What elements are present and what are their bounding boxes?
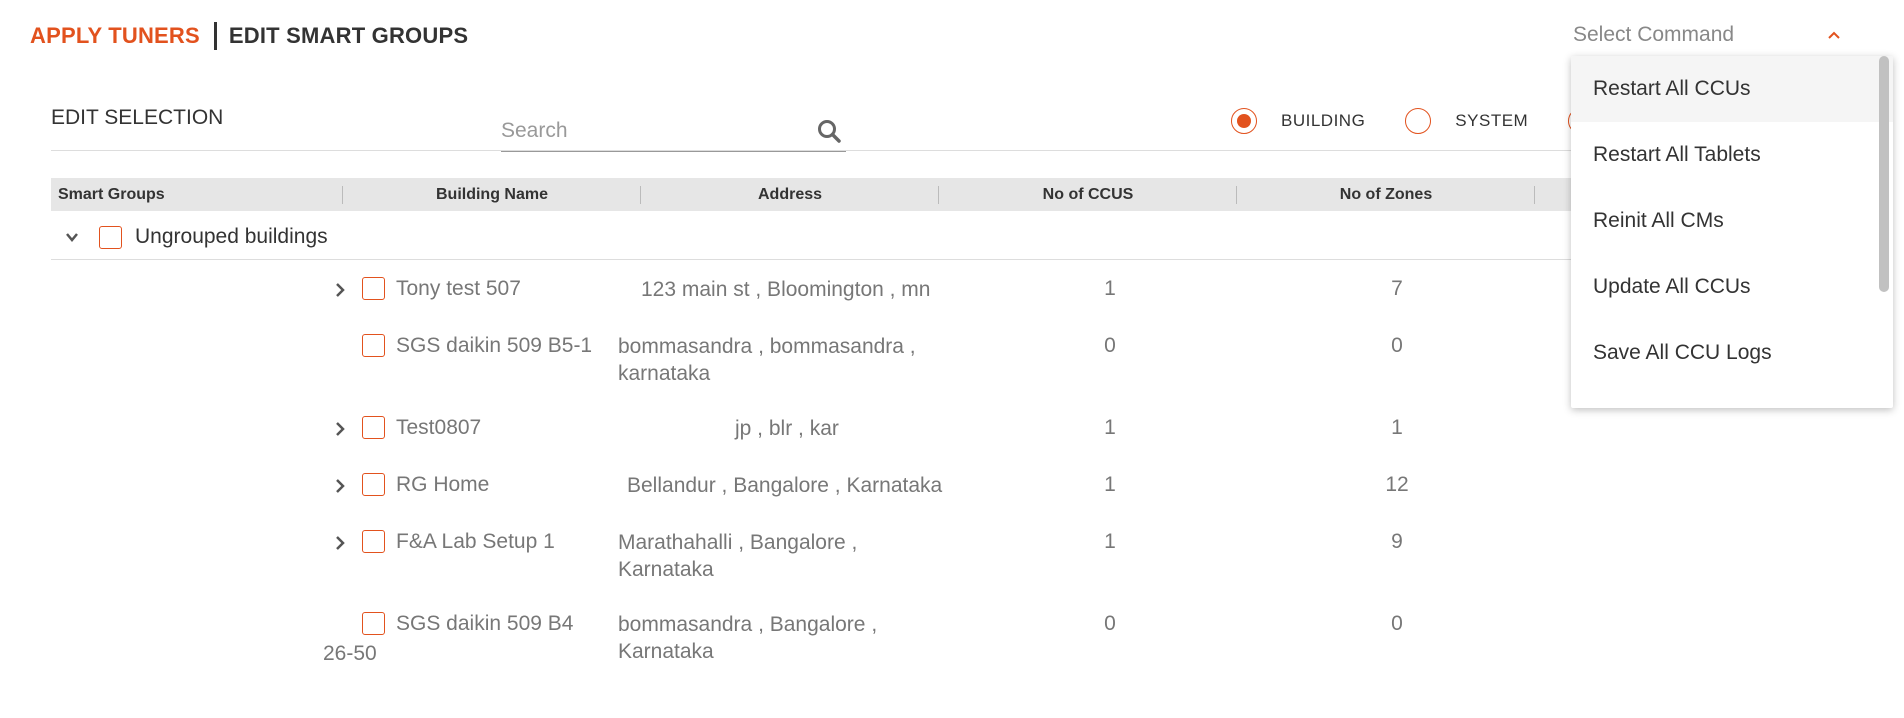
building-name: Tony test 507 <box>396 277 521 300</box>
radio-circle <box>1405 108 1432 134</box>
page-header: APPLY TUNERS EDIT SMART GROUPS <box>30 22 468 50</box>
menu-item-update-all-ccus[interactable]: Update All CCUs <box>1571 254 1893 320</box>
building-address: Bellandur , Bangalore , Karnataka <box>627 474 943 497</box>
menu-item-reinit-all-cms[interactable]: Reinit All CMs <box>1571 188 1893 254</box>
building-name: SGS daikin 509 B5-1 <box>396 334 593 357</box>
column-building-name: Building Name <box>343 178 641 211</box>
column-smart-groups: Smart Groups <box>51 178 343 211</box>
ccus-count: 1 <box>1104 416 1116 439</box>
menu-scrollbar[interactable] <box>1879 56 1889 292</box>
building-name-line2: 26-50 <box>323 642 377 665</box>
radio-circle <box>1231 108 1257 134</box>
radio-building[interactable]: BUILDING <box>1231 108 1365 134</box>
zones-count: 0 <box>1391 334 1403 357</box>
column-label: Address <box>757 185 823 203</box>
building-name: RG Home <box>396 473 490 496</box>
select-command-label: Select Command <box>1573 23 1735 46</box>
building-address: 123 main st , Bloomington , mn <box>641 278 931 301</box>
chevron-down-icon[interactable] <box>65 230 79 244</box>
menu-item-save-all-ccu-logs[interactable]: Save All CCU Logs <box>1571 320 1893 386</box>
building-address: jp , blr , kar <box>735 417 839 440</box>
search-box <box>501 110 846 152</box>
menu-item-restart-all-ccus[interactable]: Restart All CCUs <box>1571 56 1893 122</box>
ccus-count: 1 <box>1104 530 1116 553</box>
group-checkbox[interactable] <box>99 225 122 249</box>
zones-count: 1 <box>1391 416 1403 439</box>
tab-edit-smart-groups[interactable]: EDIT SMART GROUPS <box>229 23 468 49</box>
row-checkbox[interactable] <box>362 334 385 357</box>
divider <box>51 150 1601 151</box>
ccus-count: 0 <box>1104 334 1116 357</box>
building-address-line1: bommasandra , bommasandra , <box>618 335 916 358</box>
tab-apply-tuners[interactable]: APPLY TUNERS <box>30 23 200 49</box>
row-checkbox[interactable] <box>362 473 385 496</box>
building-name-line1: SGS daikin 509 B4 <box>396 612 574 635</box>
building-name: Test0807 <box>396 416 482 439</box>
building-address-line2: Karnataka <box>618 558 714 581</box>
chevron-right-icon[interactable] <box>333 282 347 298</box>
group-row: Ungrouped buildings <box>51 215 1601 260</box>
header-divider <box>213 22 217 50</box>
select-command-dropdown[interactable]: Select Command <box>1573 18 1853 52</box>
chevron-up-icon[interactable] <box>1827 30 1841 40</box>
column-label: No of CCUS <box>1042 185 1134 203</box>
building-name: F&A Lab Setup 1 <box>396 530 555 553</box>
chevron-right-icon[interactable] <box>333 535 347 551</box>
column-label: No of Zones <box>1339 185 1433 203</box>
radio-label: BUILDING <box>1281 111 1366 130</box>
column-label: Smart Groups <box>58 185 165 203</box>
chevron-right-icon[interactable] <box>333 478 347 494</box>
edit-selection-title: EDIT SELECTION <box>51 106 224 129</box>
building-address-line1: bommasandra , Bangalore , <box>618 613 878 636</box>
building-address-line1: Marathahalli , Bangalore , <box>618 531 858 554</box>
row-checkbox[interactable] <box>362 530 385 553</box>
building-address-line2: karnataka <box>618 362 711 385</box>
search-input[interactable] <box>501 118 791 143</box>
menu-item-restart-all-tablets[interactable]: Restart All Tablets <box>1571 122 1893 188</box>
search-icon[interactable] <box>816 118 842 144</box>
ccus-count: 1 <box>1104 277 1116 300</box>
table-header: Smart Groups Building Name Address No of… <box>51 178 1601 211</box>
column-no-of-ccus: No of CCUS <box>939 178 1237 211</box>
column-address: Address <box>641 178 939 211</box>
group-label: Ungrouped buildings <box>135 225 328 248</box>
column-label: Building Name <box>435 185 548 203</box>
radio-label: SYSTEM <box>1455 111 1529 130</box>
chevron-right-icon[interactable] <box>333 421 347 437</box>
column-no-of-zones: No of Zones <box>1237 178 1535 211</box>
command-menu: Restart All CCUs Restart All Tablets Rei… <box>1571 56 1893 408</box>
zones-count: 9 <box>1391 530 1403 553</box>
radio-dot <box>1237 114 1251 128</box>
row-checkbox[interactable] <box>362 277 385 300</box>
ccus-count: 1 <box>1104 473 1116 496</box>
zones-count: 12 <box>1385 473 1409 496</box>
row-checkbox[interactable] <box>362 612 385 635</box>
zones-count: 7 <box>1391 277 1403 300</box>
row-checkbox[interactable] <box>362 416 385 439</box>
zones-count: 0 <box>1391 612 1403 635</box>
ccus-count: 0 <box>1104 612 1116 635</box>
building-address-line2: Karnataka <box>618 640 714 663</box>
radio-system[interactable]: SYSTEM <box>1405 108 1528 134</box>
